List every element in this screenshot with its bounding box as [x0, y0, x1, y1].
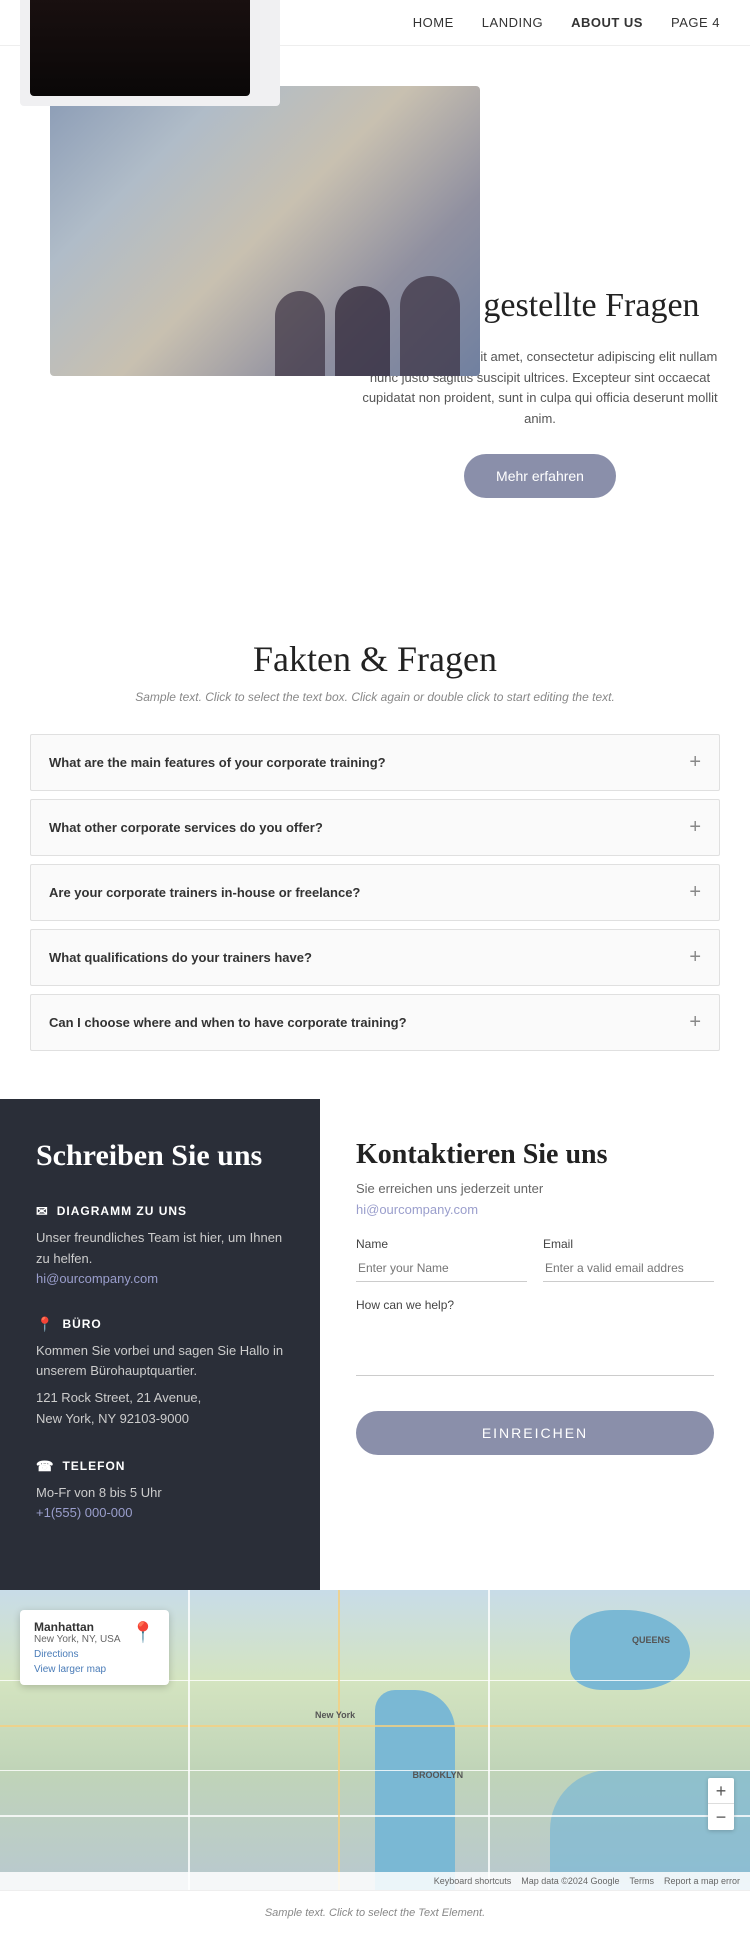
- nav-landing[interactable]: LANDING: [482, 15, 543, 30]
- map-label-queens: QUEENS: [632, 1635, 670, 1645]
- email-input[interactable]: [543, 1255, 714, 1282]
- map-road-h4: [0, 1815, 750, 1817]
- faq-item-5[interactable]: Can I choose where and when to have corp…: [30, 994, 720, 1051]
- contact-office-label: BÜRO: [62, 1317, 101, 1331]
- map-road-h3: [0, 1770, 750, 1771]
- map-background: New York Newark BROOKLYN QUEENS Manhatta…: [0, 1590, 750, 1890]
- contact-office-item: 📍 BÜRO Kommen Sie vorbei und sagen Sie H…: [36, 1316, 284, 1430]
- map-keyboard-shortcuts: Keyboard shortcuts: [434, 1876, 512, 1886]
- location-icon: 📍: [36, 1316, 54, 1333]
- hero-section: Häufig gestellte Fragen Lorem ipsum dolo…: [0, 46, 750, 558]
- faq-item-1[interactable]: What are the main features of your corpo…: [30, 734, 720, 791]
- contact-right-email[interactable]: hi@ourcompany.com: [356, 1202, 714, 1217]
- office-photo: [50, 86, 480, 376]
- contact-left-title: Schreiben Sie uns: [36, 1139, 284, 1173]
- faq-question-5: Can I choose where and when to have corp…: [49, 1015, 407, 1030]
- submit-button[interactable]: EINREICHEN: [356, 1411, 714, 1455]
- nav-links: HOME LANDING ABOUT US PAGE 4: [413, 15, 720, 30]
- map-popup-title: Manhattan: [34, 1620, 121, 1634]
- map-popup: Manhattan New York, NY, USA Directions V…: [20, 1610, 169, 1685]
- map-road-v3: [488, 1590, 490, 1890]
- page-footer: Sample text. Click to select the Text El…: [0, 1890, 750, 1935]
- name-input[interactable]: [356, 1255, 527, 1282]
- contact-email-link[interactable]: hi@ourcompany.com: [36, 1271, 158, 1286]
- phone-icon: ☎: [36, 1458, 54, 1475]
- contact-email-desc: Unser freundliches Team ist hier, um Ihn…: [36, 1228, 284, 1270]
- map-label-brooklyn: BROOKLYN: [413, 1770, 464, 1780]
- faq-question-3: Are your corporate trainers in-house or …: [49, 885, 360, 900]
- faq-item-2[interactable]: What other corporate services do you off…: [30, 799, 720, 856]
- contact-left-panel: Schreiben Sie uns ✉ DIAGRAMM ZU UNS Unse…: [0, 1099, 320, 1590]
- contact-phone-hours: Mo-Fr von 8 bis 5 Uhr: [36, 1483, 284, 1504]
- map-road-v1: [188, 1590, 190, 1890]
- contact-office-header: 📍 BÜRO: [36, 1316, 284, 1333]
- contact-phone-number[interactable]: +1(555) 000-000: [36, 1505, 133, 1520]
- map-water-2: [375, 1690, 455, 1890]
- map-popup-subtitle: New York, NY, USA: [34, 1634, 121, 1645]
- contact-email-item: ✉ DIAGRAMM ZU UNS Unser freundliches Tea…: [36, 1203, 284, 1288]
- map-road-h2: [0, 1725, 750, 1727]
- contact-phone-item: ☎ TELEFON Mo-Fr von 8 bis 5 Uhr +1(555) …: [36, 1458, 284, 1522]
- faq-subtitle: Sample text. Click to select the text bo…: [30, 690, 720, 704]
- email-field-group: Email: [543, 1237, 714, 1282]
- nav-home[interactable]: HOME: [413, 15, 454, 30]
- contact-office-desc: Kommen Sie vorbei und sagen Sie Hallo in…: [36, 1341, 284, 1383]
- map-label-manhattan: New York: [315, 1710, 355, 1720]
- contact-right-subtitle: Sie erreichen uns jederzeit unter: [356, 1181, 714, 1196]
- faq-item-3[interactable]: Are your corporate trainers in-house or …: [30, 864, 720, 921]
- map-road-v2: [338, 1590, 340, 1890]
- contact-right-title: Kontaktieren Sie uns: [356, 1139, 714, 1171]
- help-label: How can we help?: [356, 1298, 714, 1312]
- map-zoom-controls: + −: [708, 1778, 734, 1830]
- name-field-group: Name: [356, 1237, 527, 1282]
- nav-page4[interactable]: PAGE 4: [671, 15, 720, 30]
- map-view-larger-link[interactable]: View larger map: [34, 1664, 121, 1675]
- contact-phone-header: ☎ TELEFON: [36, 1458, 284, 1475]
- envelope-icon: ✉: [36, 1203, 49, 1220]
- faq-section: Fakten & Fragen Sample text. Click to se…: [0, 558, 750, 1099]
- nav-about-us[interactable]: ABOUT US: [571, 15, 643, 30]
- faq-expand-icon-4: +: [689, 946, 701, 969]
- faq-item-4[interactable]: What qualifications do your trainers hav…: [30, 929, 720, 986]
- name-label: Name: [356, 1237, 527, 1251]
- map-footer: Keyboard shortcuts Map data ©2024 Google…: [0, 1872, 750, 1890]
- map-directions-link[interactable]: Directions: [34, 1649, 121, 1660]
- contact-email-label: DIAGRAMM ZU UNS: [57, 1204, 187, 1218]
- faq-question-2: What other corporate services do you off…: [49, 820, 323, 835]
- contact-phone-label: TELEFON: [62, 1459, 125, 1473]
- contact-form-row-1: Name Email: [356, 1237, 714, 1282]
- faq-question-1: What are the main features of your corpo…: [49, 755, 386, 770]
- map-zoom-out-button[interactable]: −: [708, 1804, 734, 1830]
- faq-question-4: What qualifications do your trainers hav…: [49, 950, 312, 965]
- faq-title: Fakten & Fragen: [30, 638, 720, 680]
- map-pin-icon: 📍: [131, 1620, 156, 1645]
- contact-right-panel: Kontaktieren Sie uns Sie erreichen uns j…: [320, 1099, 750, 1590]
- faq-expand-icon-3: +: [689, 881, 701, 904]
- email-label: Email: [543, 1237, 714, 1251]
- map-zoom-in-button[interactable]: +: [708, 1778, 734, 1804]
- map-section: New York Newark BROOKLYN QUEENS Manhatta…: [0, 1590, 750, 1890]
- faq-expand-icon-1: +: [689, 751, 701, 774]
- faq-expand-icon-5: +: [689, 1011, 701, 1034]
- footer-text: Sample text. Click to select the Text El…: [265, 1907, 485, 1919]
- contact-office-address: 121 Rock Street, 21 Avenue,New York, NY …: [36, 1388, 284, 1430]
- contact-email-header: ✉ DIAGRAMM ZU UNS: [36, 1203, 284, 1220]
- hero-portrait: [30, 0, 250, 96]
- map-report-error: Report a map error: [664, 1876, 740, 1886]
- contact-section: Schreiben Sie uns ✉ DIAGRAMM ZU UNS Unse…: [0, 1099, 750, 1590]
- help-textarea[interactable]: [356, 1316, 714, 1376]
- faq-expand-icon-2: +: [689, 816, 701, 839]
- map-data-credit: Map data ©2024 Google: [521, 1876, 619, 1886]
- hero-button[interactable]: Mehr erfahren: [464, 454, 616, 498]
- map-terms: Terms: [629, 1876, 654, 1886]
- help-field-group: How can we help?: [356, 1298, 714, 1381]
- map-water-1: [570, 1610, 690, 1690]
